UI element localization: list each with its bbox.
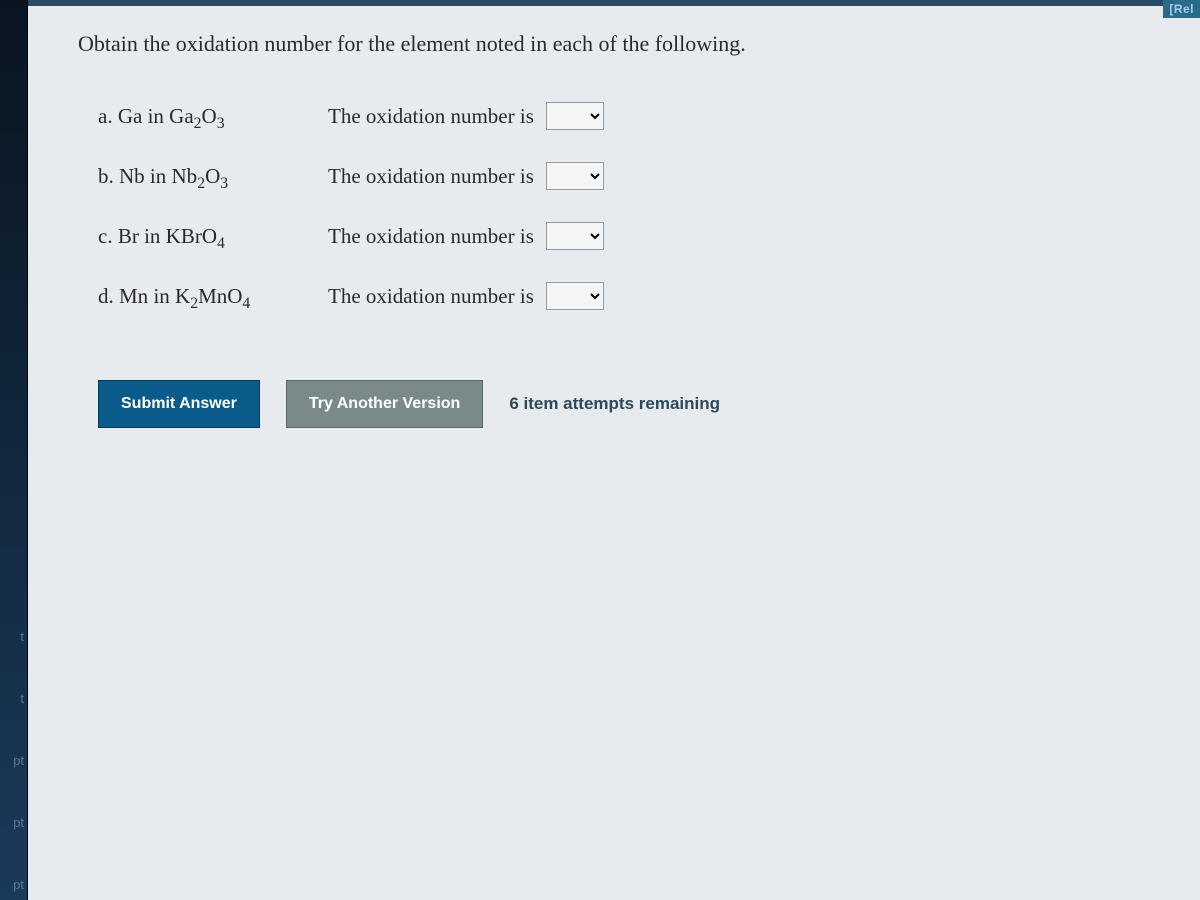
try-another-version-button[interactable]: Try Another Version — [286, 380, 483, 428]
content-area: [Rel Obtain the oxidation number for the… — [28, 0, 1200, 900]
question-parts: a. Ga in Ga2O3 The oxidation number is b… — [78, 102, 1160, 310]
oxidation-label: The oxidation number is — [328, 164, 534, 189]
sidebar: t t pt pt pt — [0, 0, 28, 900]
oxidation-label: The oxidation number is — [328, 284, 534, 309]
part-label: a. Ga in Ga2O3 — [98, 104, 328, 129]
sidebar-item[interactable]: t — [0, 627, 27, 647]
references-corner-label[interactable]: [Rel — [1163, 0, 1200, 18]
oxidation-select-b[interactable] — [546, 162, 604, 190]
oxidation-select-d[interactable] — [546, 282, 604, 310]
sidebar-item[interactable]: pt — [0, 751, 27, 771]
button-bar: Submit Answer Try Another Version 6 item… — [78, 380, 1160, 428]
sidebar-item[interactable]: t — [0, 689, 27, 709]
oxidation-label: The oxidation number is — [328, 104, 534, 129]
sidebar-item[interactable]: pt — [0, 875, 27, 895]
oxidation-select-c[interactable] — [546, 222, 604, 250]
sidebar-item[interactable]: pt — [0, 813, 27, 833]
oxidation-label: The oxidation number is — [328, 224, 534, 249]
part-row-d: d. Mn in K2MnO4 The oxidation number is — [98, 282, 1160, 310]
part-label: d. Mn in K2MnO4 — [98, 284, 328, 309]
attempts-remaining: 6 item attempts remaining — [509, 394, 720, 414]
submit-answer-button[interactable]: Submit Answer — [98, 380, 260, 428]
part-row-c: c. Br in KBrO4 The oxidation number is — [98, 222, 1160, 250]
oxidation-select-a[interactable] — [546, 102, 604, 130]
part-row-a: a. Ga in Ga2O3 The oxidation number is — [98, 102, 1160, 130]
part-row-b: b. Nb in Nb2O3 The oxidation number is — [98, 162, 1160, 190]
part-label: c. Br in KBrO4 — [98, 224, 328, 249]
part-label: b. Nb in Nb2O3 — [98, 164, 328, 189]
question-prompt: Obtain the oxidation number for the elem… — [78, 31, 1160, 57]
